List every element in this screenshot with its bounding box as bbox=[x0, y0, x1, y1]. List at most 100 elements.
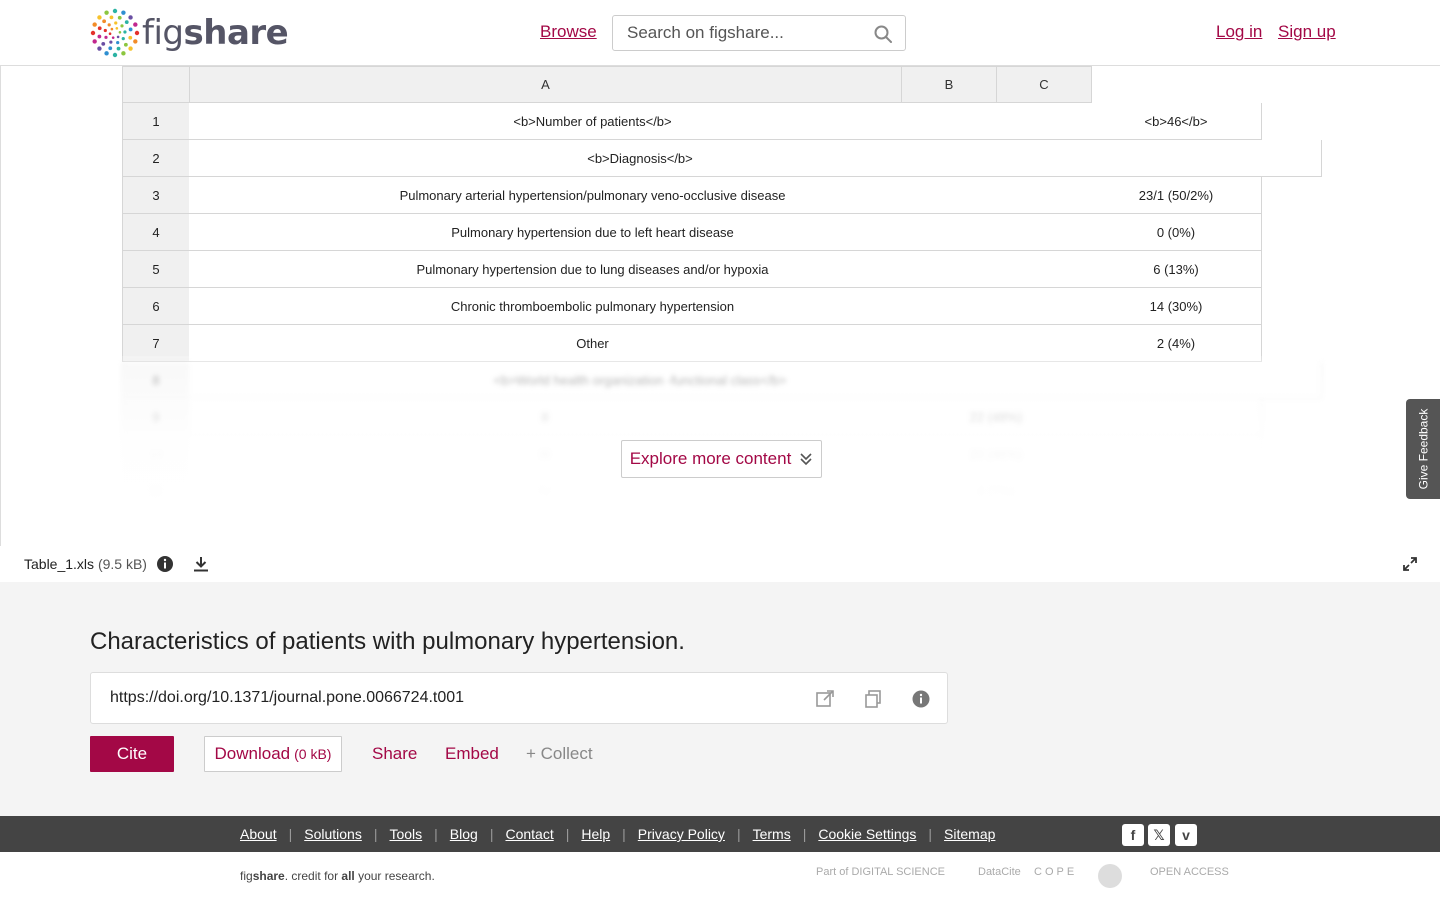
logo-dot bbox=[90, 30, 96, 36]
footer-link-privacy-policy[interactable]: Privacy Policy bbox=[638, 826, 725, 842]
logo-dot bbox=[123, 30, 127, 34]
embed-button[interactable]: Embed bbox=[445, 744, 499, 764]
row-number: 2 bbox=[122, 140, 190, 177]
logo-dot bbox=[112, 8, 118, 14]
footer-link-sitemap[interactable]: Sitemap bbox=[944, 826, 995, 842]
table-cell[interactable]: <b>Diagnosis</b> bbox=[189, 140, 1092, 177]
share-button[interactable]: Share bbox=[372, 744, 417, 764]
footer-link-help[interactable]: Help bbox=[581, 826, 610, 842]
logo-dot bbox=[108, 32, 112, 36]
table-cell[interactable] bbox=[996, 288, 1092, 325]
browse-link[interactable]: Browse bbox=[540, 22, 597, 42]
item-title: Characteristics of patients with pulmona… bbox=[90, 628, 685, 655]
logo-dot bbox=[108, 46, 113, 51]
table-cell[interactable] bbox=[996, 177, 1092, 214]
logo-dot bbox=[128, 35, 133, 40]
row-number: 10 bbox=[122, 436, 190, 473]
footer-link-about[interactable]: About bbox=[240, 826, 277, 842]
x-twitter-icon[interactable]: 𝕏 bbox=[1148, 824, 1170, 846]
digital-science-logo[interactable]: Part of DIGITAL SCIENCE bbox=[816, 866, 945, 878]
column-header-c[interactable]: C bbox=[996, 66, 1092, 103]
seal-logo-icon[interactable] bbox=[1098, 864, 1122, 888]
facebook-icon[interactable]: f bbox=[1122, 824, 1144, 846]
table-cell[interactable]: 22 (48%) bbox=[901, 399, 1092, 436]
file-name-text: Table_1.xls bbox=[24, 556, 95, 572]
datacite-logo[interactable]: DataCite bbox=[978, 866, 1021, 878]
table-cell[interactable]: 2 (4%) bbox=[1091, 325, 1262, 362]
table-cell[interactable]: Pulmonary arterial hypertension/pulmonar… bbox=[189, 177, 997, 214]
table-cell[interactable]: Pulmonary hypertension due to lung disea… bbox=[189, 251, 997, 288]
table-row: 6 Chronic thromboembolic pulmonary hyper… bbox=[122, 288, 1322, 325]
table-cell[interactable]: 0 (0%) bbox=[1091, 214, 1262, 251]
logo-dot bbox=[92, 39, 97, 44]
doi-link[interactable]: https://doi.org/10.1371/journal.pone.006… bbox=[110, 689, 464, 707]
doi-info-icon[interactable] bbox=[911, 689, 931, 709]
footer-link-cookie-settings[interactable]: Cookie Settings bbox=[818, 826, 916, 842]
table-cell[interactable] bbox=[996, 325, 1092, 362]
file-info-icon[interactable] bbox=[156, 555, 174, 573]
table-cell[interactable] bbox=[1091, 473, 1262, 510]
search-input[interactable] bbox=[613, 16, 853, 50]
give-feedback-tab[interactable]: Give Feedback bbox=[1406, 399, 1440, 499]
table-cell[interactable] bbox=[1261, 140, 1322, 177]
footer-link-blog[interactable]: Blog bbox=[450, 826, 478, 842]
table-cell[interactable]: <b>Number of patients</b> bbox=[189, 103, 997, 140]
column-header-b[interactable]: B bbox=[901, 66, 997, 103]
table-cell[interactable] bbox=[996, 214, 1092, 251]
logo-dot bbox=[110, 27, 114, 31]
row-number: 1 bbox=[122, 103, 190, 140]
table-cell[interactable] bbox=[1091, 399, 1262, 436]
table-cell[interactable]: <b>46</b> bbox=[1091, 103, 1262, 140]
item-metadata-section: Characteristics of patients with pulmona… bbox=[0, 582, 1440, 816]
figshare-logo[interactable]: figshare bbox=[90, 8, 289, 58]
table-cell[interactable] bbox=[1091, 140, 1262, 177]
logo-dot bbox=[111, 36, 115, 39]
table-cell[interactable]: Chronic thromboembolic pulmonary hyperte… bbox=[189, 288, 997, 325]
footer-link-tools[interactable]: Tools bbox=[389, 826, 422, 842]
signup-link[interactable]: Sign up bbox=[1278, 22, 1336, 42]
tagline-post: your research. bbox=[354, 869, 435, 883]
open-access-logo[interactable]: OPEN ACCESS bbox=[1150, 866, 1229, 878]
table-cell[interactable]: 6 (13%) bbox=[1091, 251, 1262, 288]
logo-dot bbox=[109, 40, 113, 44]
table-cell[interactable]: Pulmonary hypertension due to left heart… bbox=[189, 214, 997, 251]
site-header: figshare Browse Log in Sign up bbox=[0, 0, 1440, 66]
table-cell[interactable]: 20 (46%) bbox=[901, 436, 1092, 473]
column-header-a[interactable]: A bbox=[189, 66, 902, 103]
table-row: 8 <b>World health organization -function… bbox=[122, 362, 1322, 399]
cope-logo[interactable]: COPE bbox=[1034, 866, 1077, 878]
table-cell[interactable]: <b>World health organization -functional… bbox=[189, 362, 1092, 399]
fullscreen-expand-icon[interactable] bbox=[1402, 556, 1418, 572]
table-cell[interactable] bbox=[1091, 362, 1262, 399]
table-cell[interactable] bbox=[1091, 436, 1262, 473]
table-cell[interactable] bbox=[996, 103, 1092, 140]
search-icon[interactable] bbox=[873, 24, 893, 44]
table-cell[interactable]: 23/1 (50/2%) bbox=[1091, 177, 1262, 214]
cite-button[interactable]: Cite bbox=[90, 736, 174, 772]
vimeo-icon[interactable]: v bbox=[1175, 824, 1197, 846]
copy-icon[interactable] bbox=[863, 689, 883, 709]
logo-dot bbox=[116, 46, 121, 51]
footer-tagline: figshare. credit for all your research. bbox=[240, 869, 435, 883]
login-link[interactable]: Log in bbox=[1216, 22, 1262, 42]
logo-dot bbox=[102, 19, 107, 24]
logo-dot bbox=[109, 15, 114, 20]
download-icon[interactable] bbox=[192, 555, 210, 573]
table-cell[interactable] bbox=[996, 251, 1092, 288]
external-link-icon[interactable] bbox=[815, 689, 835, 709]
table-cell[interactable]: Other bbox=[189, 325, 997, 362]
footer-link-contact[interactable]: Contact bbox=[505, 826, 553, 842]
footer-link-solutions[interactable]: Solutions bbox=[304, 826, 362, 842]
table-cell[interactable]: 14 (30%) bbox=[1091, 288, 1262, 325]
table-cell[interactable]: 4 (7%) bbox=[901, 473, 1092, 510]
tagline-fig: fig bbox=[240, 869, 253, 883]
explore-more-content-button[interactable]: Explore more content bbox=[621, 440, 822, 478]
table-cell[interactable]: II bbox=[189, 399, 902, 436]
table-cell[interactable] bbox=[1261, 362, 1322, 399]
collect-button[interactable]: + Collect bbox=[526, 744, 593, 764]
download-button[interactable]: Download (0 kB) bbox=[204, 736, 342, 772]
footer-link-terms[interactable]: Terms bbox=[753, 826, 791, 842]
tagline-share: share bbox=[252, 869, 285, 883]
logo-dot bbox=[101, 41, 106, 46]
table-cell[interactable]: IV bbox=[189, 473, 902, 510]
